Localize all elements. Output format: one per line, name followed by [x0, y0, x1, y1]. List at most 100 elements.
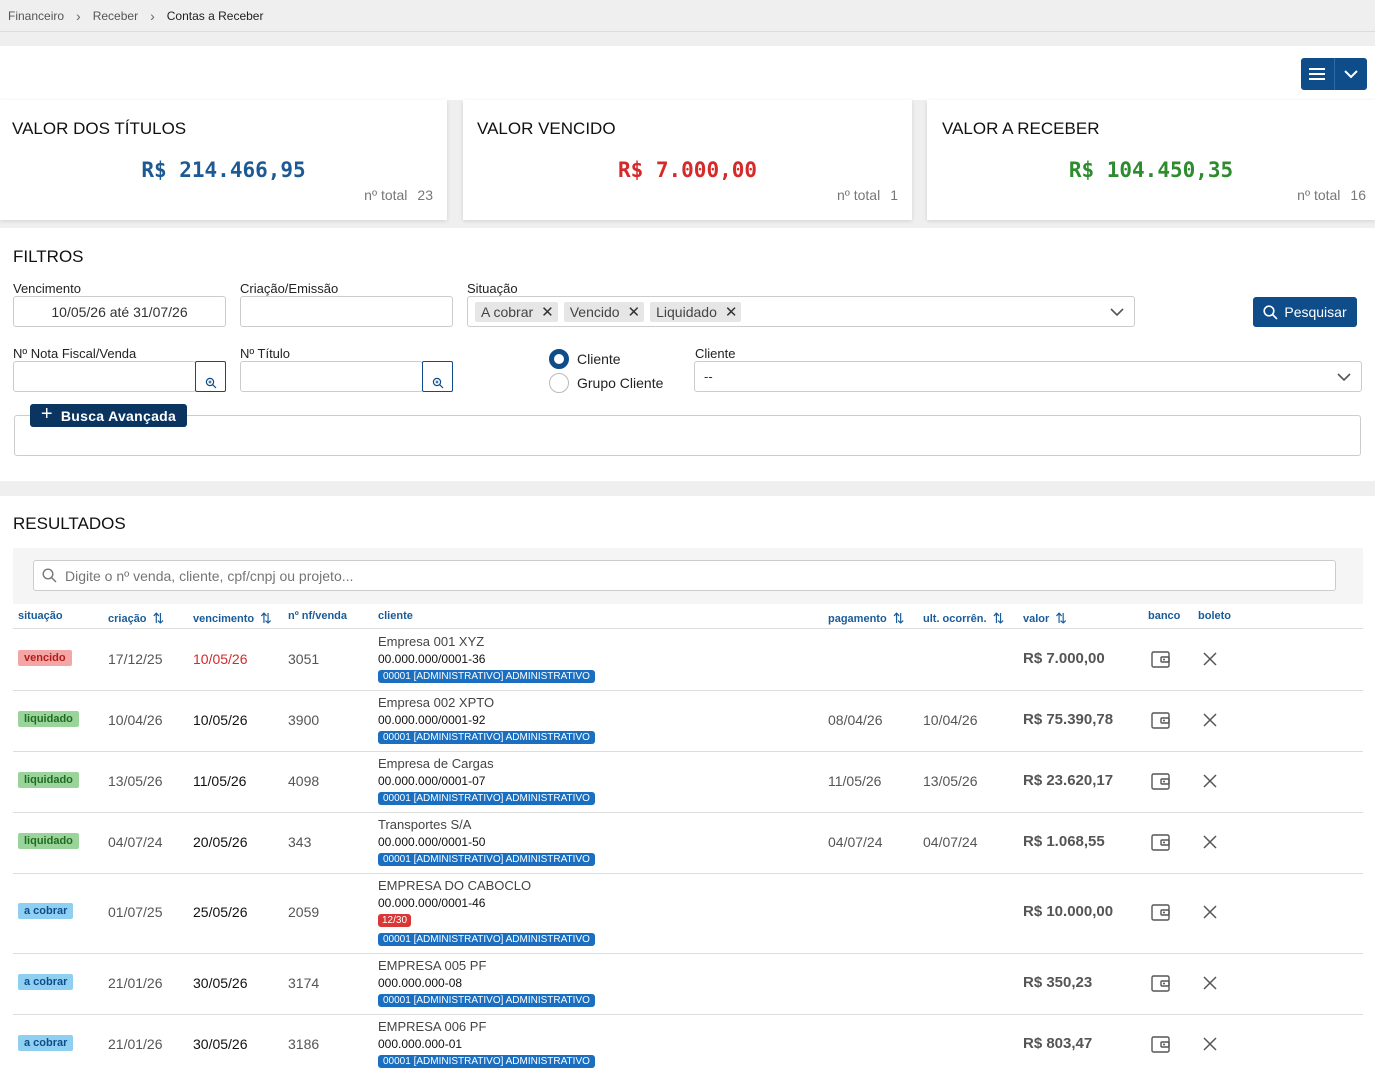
sort-icon[interactable]: ⇅ — [260, 610, 272, 627]
radio-cliente[interactable] — [549, 349, 569, 369]
wallet-icon[interactable] — [1150, 649, 1170, 669]
nota-fiscal-lookup-button[interactable] — [195, 361, 226, 392]
vencimento-value: 10/05/26 até 31/07/26 — [51, 303, 188, 320]
cliente-label: Cliente — [695, 346, 736, 361]
close-icon[interactable] — [1200, 973, 1220, 993]
busca-avancada-button[interactable]: + Busca Avançada — [30, 403, 187, 427]
cell-cliente-doc: 00.000.000/0001-36 — [378, 652, 486, 666]
situacao-select[interactable]: A cobrar ✕ Vencido ✕ Liquidado ✕ — [467, 296, 1135, 327]
card-value: R$ 7.000,00 — [617, 158, 758, 182]
pesquisar-label: Pesquisar — [1284, 304, 1347, 320]
cell-cliente-nome[interactable]: Transportes S/A — [378, 817, 471, 832]
cell-nf-venda[interactable]: 343 — [288, 834, 311, 850]
pesquisar-button[interactable]: Pesquisar — [1253, 297, 1357, 327]
chevron-down-icon — [1344, 69, 1358, 78]
wallet-icon[interactable] — [1150, 832, 1170, 852]
cell-cliente-nome[interactable]: Empresa 001 XYZ — [378, 634, 484, 649]
close-icon[interactable] — [1200, 771, 1220, 791]
cell-cliente-nome[interactable]: Empresa de Cargas — [378, 756, 494, 771]
titulo-label: Nº Título — [240, 346, 291, 361]
close-icon[interactable] — [1200, 649, 1220, 669]
col-valor[interactable]: valor ⇅ — [1023, 610, 1067, 627]
cell-nf-venda[interactable]: 3900 — [288, 712, 319, 728]
sort-icon[interactable]: ⇅ — [153, 610, 165, 627]
col-pagamento[interactable]: pagamento ⇅ — [828, 610, 904, 627]
cell-vencimento: 20/05/26 — [193, 834, 248, 850]
card-title: VALOR DOS TÍTULOS — [12, 119, 187, 138]
menu-dropdown-button[interactable] — [1333, 58, 1368, 90]
row-divider — [13, 1014, 1363, 1015]
wallet-icon[interactable] — [1150, 710, 1170, 730]
results-search-input[interactable] — [65, 567, 1335, 584]
menu-button[interactable] — [1301, 58, 1334, 90]
busca-avancada-label: Busca Avançada — [60, 407, 177, 424]
hamburger-icon — [1309, 68, 1326, 80]
vencimento-field[interactable]: 10/05/26 até 31/07/26 — [13, 296, 226, 327]
card-valor-titulos: VALOR DOS TÍTULOS R$ 214.466,95 nº total… — [0, 100, 447, 220]
results-search-field[interactable] — [33, 560, 1336, 591]
cell-ocorrencia: 10/04/26 — [923, 712, 978, 728]
col-vencimento[interactable]: vencimento ⇅ — [193, 610, 272, 627]
status-badge: vencido — [18, 650, 72, 666]
titulo-input[interactable] — [240, 361, 423, 392]
status-badge: liquidado — [18, 711, 79, 727]
project-tag: 00001 [ADMINISTRATIVO] ADMINISTRATIVO — [378, 1055, 595, 1068]
cell-cliente-nome[interactable]: Empresa 002 XPTO — [378, 695, 494, 710]
col-criacao[interactable]: criação ⇅ — [108, 610, 164, 627]
cell-valor: R$ 23.620,17 — [1023, 772, 1114, 789]
cell-criacao: 01/07/25 — [108, 904, 163, 920]
close-icon[interactable]: ✕ — [628, 303, 641, 321]
card-value: R$ 104.450,35 — [1068, 158, 1234, 182]
close-icon[interactable]: ✕ — [541, 303, 554, 321]
cliente-value: -- — [704, 369, 713, 384]
cell-vencimento: 25/05/26 — [193, 904, 248, 920]
card-total: nº total 23 — [364, 187, 433, 203]
cell-criacao: 17/12/25 — [108, 651, 163, 667]
criacao-label: Criação/Emissão — [240, 281, 339, 296]
cell-cliente-nome[interactable]: EMPRESA DO CABOCLO — [378, 878, 531, 893]
close-icon[interactable] — [1200, 832, 1220, 852]
close-icon[interactable]: ✕ — [725, 303, 738, 321]
criacao-field[interactable] — [240, 296, 453, 327]
cell-valor: R$ 350,23 — [1023, 974, 1093, 991]
radio-grupo-cliente[interactable] — [549, 373, 569, 393]
cell-nf-venda[interactable]: 2059 — [288, 904, 319, 920]
breadcrumb-financeiro[interactable]: Financeiro — [8, 9, 64, 23]
cell-nf-venda[interactable]: 3051 — [288, 651, 319, 667]
cell-nf-venda[interactable]: 3174 — [288, 975, 319, 991]
cell-criacao: 21/01/26 — [108, 1036, 163, 1052]
card-valor-vencido: VALOR VENCIDO R$ 7.000,00 nº total 1 — [463, 100, 912, 220]
wallet-icon[interactable] — [1150, 771, 1170, 791]
cell-cliente-doc: 00.000.000/0001-46 — [378, 896, 486, 910]
cell-cliente-nome[interactable]: EMPRESA 005 PF — [378, 958, 486, 973]
wallet-icon[interactable] — [1150, 902, 1170, 922]
sort-icon[interactable]: ⇅ — [993, 610, 1005, 627]
breadcrumb: Financeiro › Receber › Contas a Receber — [0, 0, 1375, 32]
cell-criacao: 13/05/26 — [108, 773, 163, 789]
close-icon[interactable] — [1200, 710, 1220, 730]
radio-cliente-label[interactable]: Cliente — [577, 351, 621, 367]
breadcrumb-receber[interactable]: Receber — [93, 9, 138, 23]
busca-avancada-panel — [14, 415, 1361, 456]
cliente-select[interactable]: -- — [694, 361, 1362, 392]
cell-nf-venda[interactable]: 4098 — [288, 773, 319, 789]
close-icon[interactable] — [1200, 902, 1220, 922]
breadcrumb-chevron-icon: › — [76, 7, 81, 24]
cell-vencimento: 30/05/26 — [193, 975, 248, 991]
status-badge: a cobrar — [18, 974, 74, 990]
wallet-icon[interactable] — [1150, 1034, 1170, 1054]
results-panel: RESULTADOS situação criação⇅ vencimento⇅… — [0, 496, 1375, 1074]
cell-nf-venda[interactable]: 3186 — [288, 1036, 319, 1052]
nota-fiscal-label: Nº Nota Fiscal/Venda — [13, 346, 137, 361]
sort-icon[interactable]: ⇅ — [1055, 610, 1067, 627]
col-ocorrencia[interactable]: ult. ocorrên. ⇅ — [923, 610, 1004, 627]
sort-icon[interactable]: ⇅ — [893, 610, 905, 627]
nota-fiscal-input[interactable] — [13, 361, 196, 392]
cell-criacao: 10/04/26 — [108, 712, 163, 728]
cell-cliente-nome[interactable]: EMPRESA 006 PF — [378, 1019, 486, 1034]
close-icon[interactable] — [1200, 1034, 1220, 1054]
radio-grupo-cliente-label[interactable]: Grupo Cliente — [577, 375, 663, 391]
titulo-lookup-button[interactable] — [422, 361, 453, 392]
cell-pagamento: 04/07/24 — [828, 834, 883, 850]
wallet-icon[interactable] — [1150, 973, 1170, 993]
